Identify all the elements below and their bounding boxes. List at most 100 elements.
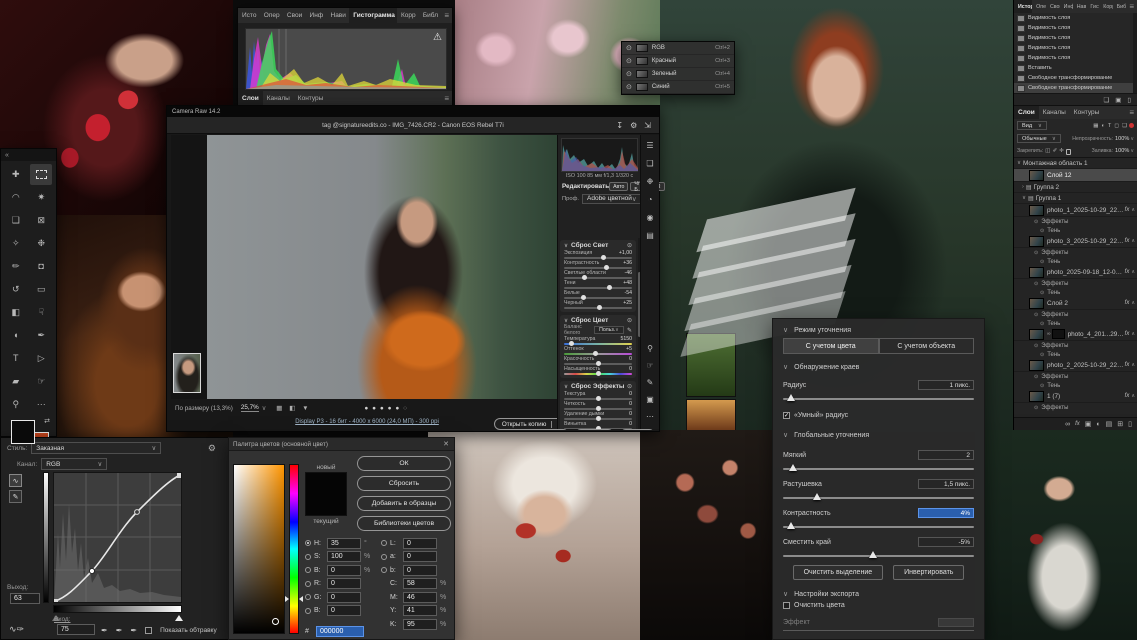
slider-thumb[interactable]: [593, 351, 598, 356]
edit-icon[interactable]: ☰: [646, 141, 653, 150]
slider-track[interactable]: [564, 373, 632, 375]
edit-mode-Авто[interactable]: Авто: [609, 182, 628, 191]
show-clipping-checkbox[interactable]: [145, 627, 152, 634]
curve-point-tool[interactable]: ∿: [9, 474, 22, 487]
fill-value[interactable]: 100%: [1115, 148, 1129, 154]
field-radio[interactable]: [305, 581, 311, 587]
visibility-eye-icon[interactable]: ⊙: [626, 44, 632, 52]
layer-thumbnail[interactable]: [1029, 170, 1044, 181]
curves-gear-icon[interactable]: ⚙: [208, 443, 226, 454]
refine-slider-Растушевка[interactable]: Растушевка1,5 пикс.: [783, 470, 974, 499]
field-radio[interactable]: [305, 540, 311, 546]
close-icon[interactable]: ✕: [443, 440, 454, 448]
layer-effect-row[interactable]: ⊙Тень: [1014, 381, 1137, 390]
layer-fx-badge[interactable]: fx: [1125, 238, 1132, 244]
section-visibility-eye-icon[interactable]: ⊙: [627, 242, 632, 249]
dialog-button-Библиотеки цветов[interactable]: Библиотеки цветов: [357, 516, 451, 531]
layer-thumbnail[interactable]: [1029, 267, 1044, 278]
slider-track[interactable]: [564, 353, 632, 355]
highlight-input-slider[interactable]: [175, 615, 183, 621]
acr-slider-Текстура[interactable]: Текстура0: [564, 391, 632, 400]
dialog-button-ОК[interactable]: ОК: [357, 456, 451, 471]
tab-Контуры[interactable]: Контуры: [294, 91, 328, 105]
field-radio[interactable]: [305, 594, 311, 600]
filter-smart-object-icon[interactable]: ❏: [1122, 123, 1127, 129]
layer-row[interactable]: ∨Монтажная область 1: [1014, 158, 1137, 169]
tab-Опер[interactable]: Опер: [260, 8, 283, 23]
preview-toggle-icon[interactable]: ▼: [302, 405, 308, 412]
eyedropper-tool[interactable]: ✧: [5, 233, 27, 254]
slider-track[interactable]: [564, 287, 632, 289]
layer-row[interactable]: photo_2025-09-18_12-03-58fx∧: [1014, 266, 1137, 279]
layer-effect-row[interactable]: ⊙Эффекты: [1014, 310, 1137, 319]
mode-button-С учетом объекта[interactable]: С учетом объекта: [879, 338, 975, 354]
image-info-link[interactable]: Display P3 - 16 бит - 4000 x 6000 (24,0 …: [227, 419, 507, 425]
slider-value[interactable]: 4%: [918, 508, 974, 518]
link-layers-icon[interactable]: ∞: [1065, 421, 1070, 428]
hand-tool[interactable]: ☞: [30, 371, 52, 392]
profile-dropdown[interactable]: Adobe цветной∨: [582, 194, 642, 204]
field-radio[interactable]: [381, 554, 387, 560]
section-header[interactable]: ∨Сброс Свет⊙: [564, 242, 632, 249]
layer-row[interactable]: ∞photo_4_201...29_22-13-37fx∧: [1014, 328, 1137, 341]
fx-collapse-chevron[interactable]: ∧: [1131, 300, 1135, 306]
slider-thumb[interactable]: [869, 551, 877, 558]
layer-effect-row[interactable]: ⊙Эффекты: [1014, 217, 1137, 226]
visibility-eye-icon[interactable]: ⊙: [626, 83, 632, 91]
layer-group-row[interactable]: ›▤Группа 2: [1014, 182, 1137, 193]
field-value[interactable]: 100: [327, 551, 361, 562]
acr-slider-Температура[interactable]: Температура5150: [564, 336, 632, 345]
panel-menu-icon[interactable]: ≡: [441, 8, 452, 23]
slider-thumb[interactable]: [607, 285, 612, 290]
layer-fx-badge[interactable]: fx: [1125, 207, 1132, 213]
hex-field[interactable]: 000000: [316, 626, 364, 637]
fx-collapse-chevron[interactable]: ∧: [1131, 269, 1135, 275]
slider-thumb[interactable]: [596, 416, 601, 421]
new-doc-from-state-icon[interactable]: ❏: [1103, 96, 1109, 104]
history-item[interactable]: Свободное трансформирование: [1014, 73, 1137, 83]
field-value[interactable]: 0: [327, 605, 361, 616]
color-field[interactable]: [233, 464, 285, 634]
field-radio[interactable]: [381, 540, 387, 546]
invert-button[interactable]: Инвертировать: [893, 565, 964, 580]
path-select-tool[interactable]: ▷: [30, 348, 52, 369]
slider-thumb[interactable]: [789, 464, 797, 471]
slider-value[interactable]: -5%: [918, 537, 974, 547]
delete-icon[interactable]: ▯: [1127, 96, 1131, 104]
acr-slider-Насыщенность[interactable]: Насыщенность0: [564, 366, 632, 375]
decontaminate-colors-checkbox[interactable]: [783, 602, 790, 609]
layer-fx-badge[interactable]: fx: [1125, 300, 1132, 306]
curves-graph[interactable]: [53, 472, 182, 603]
fit-zoom-label[interactable]: По размеру (13,3%): [175, 405, 233, 412]
layer-effect-row[interactable]: ⊙Тень: [1014, 226, 1137, 235]
layer-thumbnail[interactable]: [1029, 205, 1044, 216]
layer-fx-badge[interactable]: fx: [1125, 269, 1132, 275]
healing-icon[interactable]: ❉: [647, 177, 654, 186]
effect-visibility-eye-icon[interactable]: ⊙: [1040, 414, 1044, 415]
slider-track[interactable]: [564, 428, 632, 429]
acr-slider-Контрастность[interactable]: Контрастность+36: [564, 260, 632, 269]
field-value[interactable]: 0: [403, 538, 437, 549]
eraser-tool[interactable]: ▭: [30, 279, 52, 300]
fx-collapse-chevron[interactable]: ∧: [1131, 207, 1135, 213]
refine-slider-Контрастность[interactable]: Контрастность4%: [783, 499, 974, 528]
layer-effect-row[interactable]: ⊙Эффекты: [1014, 372, 1137, 381]
channel-row[interactable]: ⊙RGBCtrl+2: [622, 42, 734, 55]
slider-thumb[interactable]: [582, 275, 587, 280]
delete-layer-icon[interactable]: ▯: [1128, 420, 1132, 428]
field-value[interactable]: 35: [327, 538, 361, 549]
tab-Корр[interactable]: Корр: [1099, 0, 1112, 13]
lock-transparency-icon[interactable]: ◫: [1045, 148, 1050, 154]
field-value[interactable]: 0: [327, 578, 361, 589]
effect-visibility-eye-icon[interactable]: ⊙: [1034, 250, 1038, 256]
slider-thumb[interactable]: [596, 396, 601, 401]
history-item[interactable]: Свободное трансформирование: [1014, 83, 1137, 93]
masking-icon[interactable]: ◔: [648, 195, 653, 204]
field-value[interactable]: 41: [403, 605, 437, 616]
tab-Слои[interactable]: Слои: [238, 91, 263, 105]
save-icon[interactable]: ↧: [616, 121, 623, 130]
history-item[interactable]: Видимость слоя: [1014, 53, 1137, 63]
acr-slider-Белые[interactable]: Белые-54: [564, 290, 632, 299]
color-sampler-icon[interactable]: ▣: [646, 395, 654, 404]
expand-chevron[interactable]: ∨: [1017, 160, 1021, 166]
